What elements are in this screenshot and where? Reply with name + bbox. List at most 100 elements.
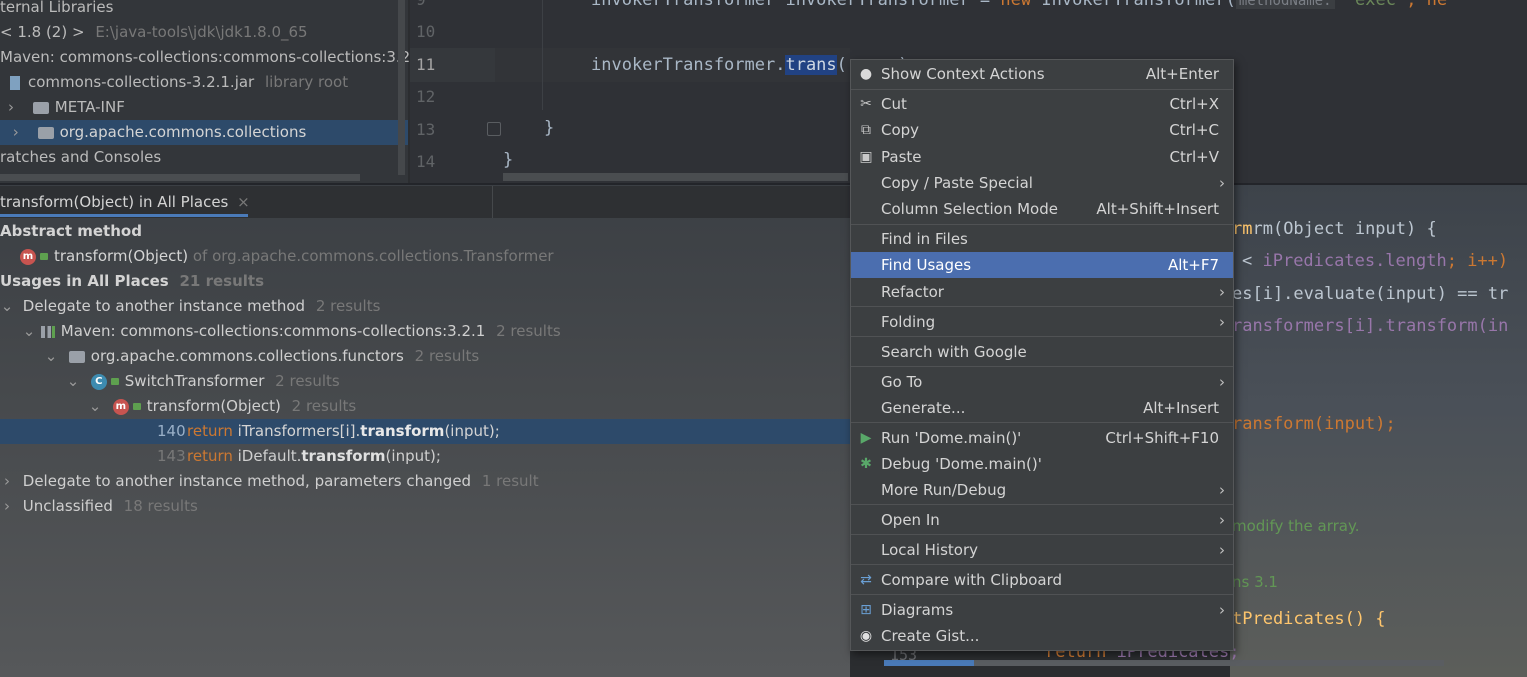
chevron-right-icon: ›: [1219, 481, 1225, 499]
group-delegate-params[interactable]: › Delegate to another instance method, p…: [0, 469, 539, 494]
chevron-right-icon[interactable]: ›: [0, 494, 14, 519]
fold-marker-icon[interactable]: [487, 122, 501, 136]
chevron-right-icon: ›: [1219, 283, 1225, 301]
chevron-right-icon[interactable]: ›: [9, 120, 23, 145]
menu-item-open-in[interactable]: Open In ›: [851, 507, 1233, 533]
method-icon: m: [112, 398, 129, 415]
tree-item-label: < 1.8 (2) >: [0, 23, 85, 41]
tree-item-external-libraries[interactable]: ternal Libraries: [0, 0, 113, 20]
tree-item-jdk[interactable]: < 1.8 (2) > E:\java-tools\jdk\jdk1.8.0_6…: [0, 20, 308, 45]
chevron-right-icon: ›: [1219, 174, 1225, 192]
menu-item-run[interactable]: ▶ Run 'Dome.main()' Ctrl+Shift+F10: [851, 425, 1233, 451]
menu-item-compare-clipboard[interactable]: ⇄ Compare with Clipboard: [851, 567, 1233, 593]
close-icon[interactable]: ×: [237, 193, 250, 211]
menu-item-diagrams[interactable]: ⊞ Diagrams ›: [851, 597, 1233, 623]
context-menu: ● Show Context Actions Alt+Enter ✂ Cut C…: [850, 59, 1234, 651]
tab-find-transform[interactable]: transform(Object) in All Places ×: [0, 190, 250, 215]
tree-item-collections[interactable]: › org.apache.commons.collections: [0, 120, 408, 145]
github-icon: ◉: [859, 628, 873, 644]
abstract-method-header: Abstract method: [0, 222, 142, 240]
menu-item-debug[interactable]: ✱ Debug 'Dome.main()': [851, 451, 1233, 477]
menu-separator: [851, 336, 1233, 337]
bulb-icon: ●: [859, 66, 873, 82]
library-root-label: library root: [265, 73, 349, 91]
group-delegate[interactable]: ⌄ Delegate to another instance method 2 …: [0, 294, 381, 319]
menu-item-create-gist[interactable]: ◉ Create Gist...: [851, 623, 1233, 649]
editor-horizontal-scrollbar[interactable]: [503, 173, 848, 181]
code-line-9: invokerTransformer invokerTransformer = …: [591, 0, 1447, 10]
tab-underline: [0, 214, 248, 217]
menu-separator: [851, 224, 1233, 225]
class-icon: C: [90, 373, 107, 390]
chevron-down-icon[interactable]: ⌄: [0, 294, 14, 319]
menu-item-go-to[interactable]: Go To ›: [851, 369, 1233, 395]
code-line-13: }: [544, 118, 555, 138]
chevron-down-icon[interactable]: ⌄: [88, 394, 102, 419]
menu-separator: [851, 306, 1233, 307]
group-method[interactable]: ⌄ m transform(Object) 2 results: [88, 394, 357, 419]
code-line: rmrm(Object input) {: [1232, 219, 1437, 239]
tree-item-label: ternal Libraries: [0, 0, 114, 16]
scrollbar-thumb[interactable]: [884, 660, 974, 666]
group-class[interactable]: ⌄ C SwitchTransformer 2 results: [66, 369, 340, 394]
chevron-right-icon[interactable]: ›: [0, 469, 14, 494]
tree-item-meta-inf[interactable]: › META-INF: [4, 95, 125, 120]
menu-item-copy[interactable]: ⧉ Copy Ctrl+C: [851, 117, 1233, 143]
line-number: 14: [416, 152, 436, 171]
menu-item-find-usages[interactable]: Find Usages Alt+F7: [851, 252, 1233, 278]
menu-separator: [851, 564, 1233, 565]
lock-icon: [110, 378, 119, 385]
chevron-down-icon[interactable]: ⌄: [22, 319, 36, 344]
menu-separator: [851, 366, 1233, 367]
menu-item-paste[interactable]: ▣ Paste Ctrl+V: [851, 144, 1233, 170]
clipboard-icon: ▣: [859, 149, 873, 165]
tree-item-jar[interactable]: commons-collections-3.2.1.jar library ro…: [10, 70, 348, 95]
chevron-right-icon[interactable]: ›: [4, 95, 18, 120]
group-package[interactable]: ⌄ org.apache.commons.collections.functor…: [44, 344, 480, 369]
tree-item-label: ratches and Consoles: [0, 148, 162, 166]
vertical-scrollbar[interactable]: [398, 0, 405, 175]
group-maven[interactable]: ⌄ Maven: commons-collections:commons-col…: [22, 319, 561, 344]
menu-item-local-history[interactable]: Local History ›: [851, 537, 1233, 563]
chevron-down-icon[interactable]: ⌄: [66, 369, 80, 394]
menu-item-generate[interactable]: Generate... Alt+Insert: [851, 395, 1233, 421]
menu-item-refactor[interactable]: Refactor ›: [851, 279, 1233, 305]
chevron-right-icon: ›: [1219, 313, 1225, 331]
indent-guide: [542, 0, 543, 110]
tree-item-label: Maven: commons-collections:commons-colle…: [0, 48, 411, 66]
menu-item-search-google[interactable]: Search with Google: [851, 339, 1233, 365]
menu-item-more-run-debug[interactable]: More Run/Debug ›: [851, 477, 1233, 503]
code-comment: ns 3.1: [1232, 573, 1278, 591]
param-hint: methodName:: [1235, 0, 1335, 9]
group-unclassified[interactable]: › Unclassified 18 results: [0, 494, 198, 519]
menu-item-cut[interactable]: ✂ Cut Ctrl+X: [851, 91, 1233, 117]
menu-separator: [851, 594, 1233, 595]
abstract-method-item[interactable]: m transform(Object) of org.apache.commons…: [20, 244, 554, 269]
menu-item-find-in-files[interactable]: Find in Files: [851, 226, 1233, 252]
tree-item-maven-lib[interactable]: Maven: commons-collections:commons-colle…: [0, 45, 410, 70]
code-line: ransform(input);: [1232, 414, 1396, 434]
tree-item-path: E:\java-tools\jdk\jdk1.8.0_65: [95, 23, 308, 41]
usage-line-143[interactable]: 143 return iDefault.transform(input);: [0, 444, 850, 469]
menu-separator: [851, 422, 1233, 423]
menu-item-show-context-actions[interactable]: ● Show Context Actions Alt+Enter: [851, 61, 1233, 87]
menu-separator: [851, 534, 1233, 535]
menu-item-copy-paste-special[interactable]: Copy / Paste Special ›: [851, 170, 1233, 196]
line-number: 10: [416, 22, 436, 41]
code-comment: modify the array.: [1232, 517, 1360, 535]
line-number: 11: [416, 55, 436, 74]
diagram-icon: ⊞: [860, 602, 872, 618]
jar-icon: [10, 75, 20, 90]
chevron-down-icon[interactable]: ⌄: [44, 344, 58, 369]
menu-item-column-selection[interactable]: Column Selection Mode Alt+Shift+Insert: [851, 196, 1233, 222]
menu-separator: [851, 89, 1233, 90]
tree-item-scratches[interactable]: ratches and Consoles: [0, 145, 161, 170]
horizontal-scrollbar[interactable]: [0, 174, 360, 181]
tree-item-label: commons-collections-3.2.1.jar: [28, 73, 255, 91]
usage-line-140[interactable]: 140 return iTransformers[i].transform(in…: [0, 419, 850, 444]
chevron-right-icon: ›: [1219, 541, 1225, 559]
menu-item-folding[interactable]: Folding ›: [851, 309, 1233, 335]
run-icon: ▶: [860, 430, 872, 446]
copy-icon: ⧉: [861, 122, 871, 138]
folder-icon: [37, 126, 54, 139]
